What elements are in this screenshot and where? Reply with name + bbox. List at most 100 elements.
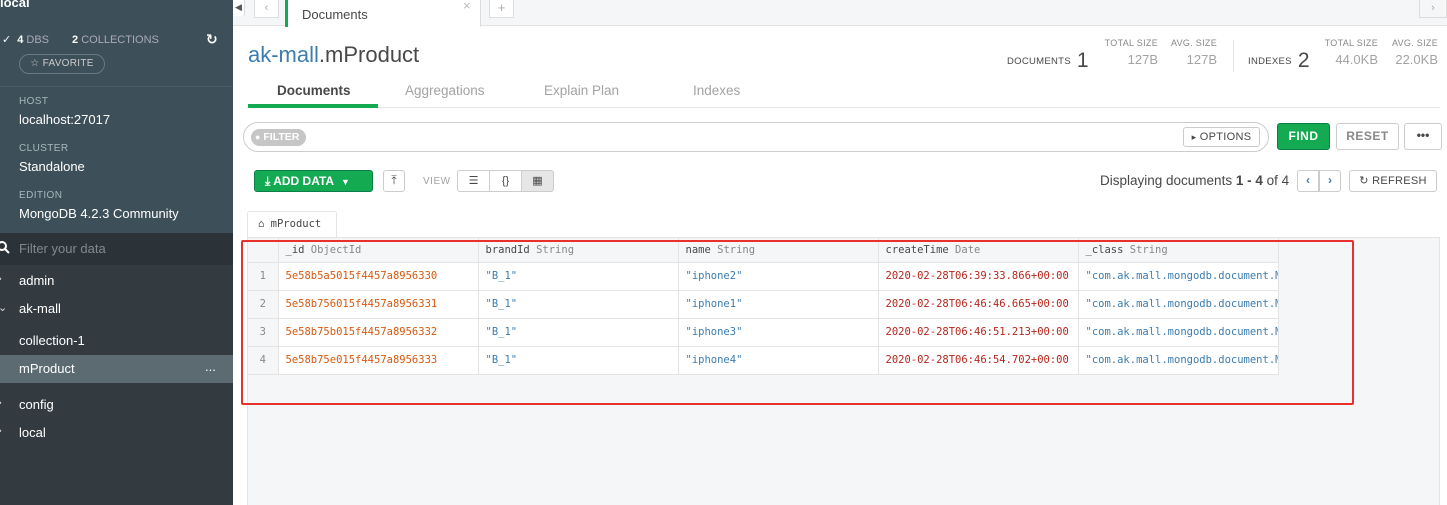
table-row[interactable]: 2 5e58b756015f4457a8956331 "B_1" "iphone… — [248, 290, 1279, 319]
cell-class[interactable]: "com.ak.mall.mongodb.document.M — [1078, 290, 1279, 319]
info-icon: ● — [255, 132, 261, 142]
cell-createtime[interactable]: 2020-02-28T06:46:51.213+00:00 — [878, 318, 1079, 347]
table-view-button[interactable]: ▦ — [521, 170, 554, 192]
column-header[interactable]: createTime Date — [878, 238, 1079, 263]
next-page-button[interactable]: › — [1319, 170, 1341, 192]
scroll-tabs-left-icon[interactable]: ‹ — [254, 0, 279, 18]
table-row[interactable]: 3 5e58b75b015f4457a8956332 "B_1" "iphone… — [248, 318, 1279, 347]
sidebar-filter[interactable]: Filter your data — [0, 233, 233, 265]
table-row[interactable]: 1 5e58b5a5015f4457a8956330 "B_1" "iphone… — [248, 262, 1279, 291]
sidebar-item-config[interactable]: › config — [0, 391, 233, 419]
column-name: name — [685, 243, 711, 256]
column-header[interactable]: name String — [678, 238, 879, 263]
tab-explain-plan[interactable]: Explain Plan — [544, 83, 619, 98]
documents-table: _id ObjectId brandId String name String … — [248, 238, 1279, 375]
cell-brandid[interactable]: "B_1" — [478, 318, 679, 347]
cell-class[interactable]: "com.ak.mall.mongodb.document.M — [1078, 262, 1279, 291]
add-data-label: ADD DATA — [273, 174, 334, 188]
reset-button[interactable]: RESET — [1336, 123, 1399, 150]
collection-breadcrumb-tab[interactable]: ⌂ mProduct — [247, 211, 337, 238]
cell-createtime[interactable]: 2020-02-28T06:46:46.665+00:00 — [878, 290, 1079, 319]
cell-brandid[interactable]: "B_1" — [478, 346, 679, 375]
more-options-icon[interactable]: ... — [205, 359, 216, 374]
range-end: 4 — [1255, 173, 1263, 188]
more-options-button[interactable]: ••• — [1404, 123, 1442, 150]
close-icon[interactable]: × — [463, 0, 471, 13]
tab-label: Documents — [302, 7, 368, 22]
displaying-text: Displaying documents — [1100, 173, 1236, 188]
cell-brandid[interactable]: "B_1" — [478, 262, 679, 291]
collapse-sidebar-icon[interactable]: ◀ — [233, 0, 245, 16]
cell-class[interactable]: "com.ak.mall.mongodb.document.M — [1078, 318, 1279, 347]
search-icon — [0, 241, 10, 257]
tab-indexes[interactable]: Indexes — [693, 83, 740, 98]
cell-brandid[interactable]: "B_1" — [478, 290, 679, 319]
refresh-icon[interactable]: ↻ — [206, 31, 218, 48]
cell-name[interactable]: "iphone1" — [678, 290, 879, 319]
indexes-count: 2 — [1297, 49, 1310, 72]
column-name: brandId — [485, 243, 530, 256]
refresh-button[interactable]: ↻ REFRESH — [1349, 170, 1437, 192]
cell-id[interactable]: 5e58b75e015f4457a8956333 — [278, 346, 479, 375]
add-tab-button[interactable]: + — [489, 0, 514, 18]
options-button[interactable]: ▸ OPTIONS — [1183, 127, 1260, 147]
prev-page-button[interactable]: ‹ — [1297, 170, 1319, 192]
cell-class[interactable]: "com.ak.mall.mongodb.document.M — [1078, 346, 1279, 375]
tab-documents[interactable]: Documents — [277, 83, 351, 98]
collections-count: 2 — [72, 33, 79, 46]
filter-input[interactable]: ● FILTER ▸ OPTIONS — [243, 122, 1269, 152]
dbs-label: DBS — [26, 33, 50, 46]
add-data-button[interactable]: ⤓ ADD DATA ▼ — [254, 170, 373, 192]
upload-icon: ⤒ — [391, 173, 397, 187]
chevron-right-icon: ▸ — [1191, 132, 1197, 142]
options-label: OPTIONS — [1199, 131, 1252, 143]
scroll-tabs-right-icon[interactable]: › — [1419, 0, 1447, 18]
column-name: _id — [285, 243, 305, 256]
collection-tab-label: mProduct — [270, 218, 322, 230]
json-view-button[interactable]: {} — [489, 170, 522, 192]
cell-name[interactable]: "iphone4" — [678, 346, 879, 375]
caret-down-icon: ▼ — [340, 177, 350, 187]
refresh-icon: ↻ — [1359, 175, 1369, 187]
filter-pill: ● FILTER — [251, 129, 306, 146]
column-type: String — [536, 243, 575, 256]
collections-label: COLLECTIONS — [81, 33, 159, 46]
list-view-button[interactable]: ☰ — [457, 170, 490, 192]
favorite-button[interactable]: ☆ FAVORITE — [19, 54, 105, 74]
doc-avg-size-label: AVG. SIZE — [1170, 38, 1217, 48]
db-name-link[interactable]: ak-mall — [248, 42, 319, 67]
cell-name[interactable]: "iphone3" — [678, 318, 879, 347]
table-row[interactable]: 4 5e58b75e015f4457a8956333 "B_1" "iphone… — [248, 346, 1279, 375]
tab-aggregations[interactable]: Aggregations — [405, 83, 485, 98]
export-button[interactable]: ⤒ — [383, 170, 405, 192]
tab-documents[interactable]: Documents × — [285, 0, 481, 27]
pagination-summary: Displaying documents 1 - 4 of 4 — [1100, 173, 1289, 188]
sidebar-item-collection-1[interactable]: collection-1 — [0, 327, 233, 355]
collection-name: .mProduct — [318, 42, 420, 67]
column-header[interactable]: _id ObjectId — [278, 238, 479, 263]
collection-subtabs: Documents Aggregations Explain Plan Inde… — [248, 80, 1440, 108]
edition-value: MongoDB 4.2.3 Community — [19, 206, 179, 221]
find-button[interactable]: FIND — [1277, 123, 1330, 150]
cell-id[interactable]: 5e58b756015f4457a8956331 — [278, 290, 479, 319]
column-header[interactable]: _class String — [1078, 238, 1279, 263]
idx-total-size-label: TOTAL SIZE — [1324, 38, 1378, 48]
sidebar-item-ak-mall[interactable]: ⌄ ak-mall — [0, 295, 233, 323]
sidebar-item-mproduct[interactable]: mProduct ... — [0, 355, 233, 383]
cell-createtime[interactable]: 2020-02-28T06:46:54.702+00:00 — [878, 346, 1079, 375]
header-divider — [1233, 40, 1234, 72]
cell-id[interactable]: 5e58b5a5015f4457a8956330 — [278, 262, 479, 291]
sidebar-filter-input[interactable]: Filter your data — [19, 241, 106, 256]
cell-name[interactable]: "iphone2" — [678, 262, 879, 291]
column-header[interactable]: brandId String — [478, 238, 679, 263]
cell-id[interactable]: 5e58b75b015f4457a8956332 — [278, 318, 479, 347]
cell-createtime[interactable]: 2020-02-28T06:39:33.866+00:00 — [878, 262, 1079, 291]
indexes-stat: INDEXES 2 — [1248, 46, 1310, 72]
home-icon: ⌂ — [258, 218, 265, 230]
column-type: Date — [955, 243, 981, 256]
chevron-down-icon: ⌄ — [0, 302, 8, 314]
sidebar-item-admin[interactable]: › admin — [0, 267, 233, 295]
range-separator: - — [1243, 173, 1256, 188]
sidebar-item-local[interactable]: › local — [0, 419, 233, 447]
host-value: localhost:27017 — [19, 112, 111, 127]
